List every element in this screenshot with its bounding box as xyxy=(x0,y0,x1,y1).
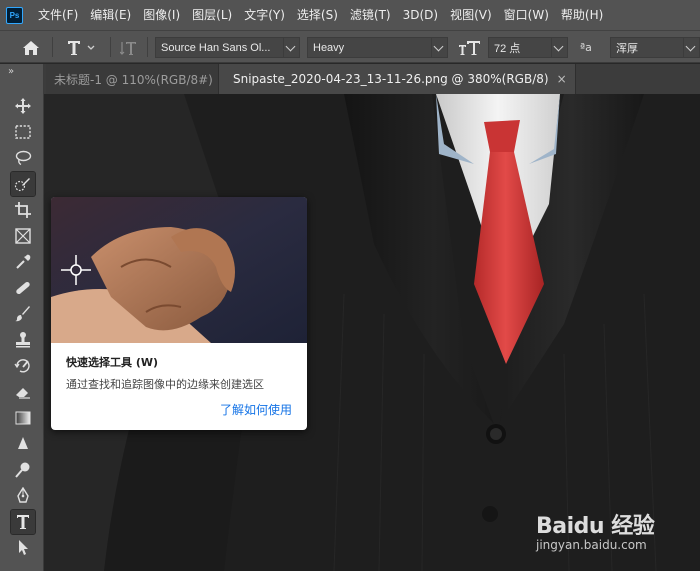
tools-panel: » xyxy=(0,64,44,571)
text-orientation-icon[interactable] xyxy=(120,31,138,64)
close-icon[interactable]: × xyxy=(557,72,567,86)
menu-layer[interactable]: 图层(L) xyxy=(186,0,238,30)
menu-select[interactable]: 选择(S) xyxy=(291,0,344,30)
eyedropper-icon[interactable] xyxy=(11,250,35,274)
learn-how-link[interactable]: 了解如何使用 xyxy=(220,401,292,418)
baidu-logo: Baidu 经验 xyxy=(536,514,655,539)
chevron-down-icon xyxy=(431,38,447,57)
blur-icon[interactable] xyxy=(11,432,35,456)
tooltip-preview-image xyxy=(51,197,307,343)
watermark-url: jingyan.baidu.com xyxy=(536,538,647,552)
move-icon[interactable] xyxy=(11,94,35,118)
menu-3d[interactable]: 3D(D) xyxy=(397,0,444,30)
menu-window[interactable]: 窗口(W) xyxy=(498,0,555,30)
menu-view[interactable]: 视图(V) xyxy=(444,0,498,30)
menu-file[interactable]: 文件(F) xyxy=(32,0,84,30)
font-family-value: Source Han Sans Ol... xyxy=(161,41,271,54)
marquee-icon[interactable] xyxy=(11,120,35,144)
quick-select-icon[interactable] xyxy=(10,171,36,197)
menu-bar: Ps 文件(F) 编辑(E) 图像(I) 图层(L) 文字(Y) 选择(S) 滤… xyxy=(0,0,700,30)
collapse-panel-icon[interactable]: » xyxy=(8,66,14,77)
chevron-down-icon xyxy=(283,38,299,57)
menu-type[interactable]: 文字(Y) xyxy=(238,0,291,30)
tab-snipaste[interactable]: Snipaste_2020-04-23_13-11-26.png @ 380%(… xyxy=(218,64,576,94)
font-size-select[interactable]: 72 点 xyxy=(488,37,568,58)
menu-filter[interactable]: 滤镜(T) xyxy=(344,0,397,30)
font-size-icon xyxy=(458,31,482,64)
antialias-select[interactable]: 浑厚 xyxy=(610,37,700,58)
font-size-value: 72 点 xyxy=(494,42,521,55)
tooltip-title: 快速选择工具 (W) xyxy=(66,356,159,369)
home-icon[interactable] xyxy=(22,31,40,64)
lasso-icon[interactable] xyxy=(11,146,35,170)
font-family-select[interactable]: Source Han Sans Ol... xyxy=(155,37,300,58)
type-tool-preset-icon[interactable] xyxy=(66,31,96,64)
gradient-icon[interactable] xyxy=(11,406,35,430)
pen-icon[interactable] xyxy=(11,484,35,508)
antialias-icon: ªa xyxy=(580,41,592,54)
crop-icon[interactable] xyxy=(11,198,35,222)
photoshop-logo-icon[interactable]: Ps xyxy=(6,6,23,24)
tab-label: 未标题-1 @ 110%(RGB/8#) xyxy=(54,72,213,87)
history-brush-icon[interactable] xyxy=(11,354,35,378)
options-bar: Source Han Sans Ol... Heavy 72 点 ªa 浑厚 xyxy=(0,30,700,63)
rich-tooltip: 快速选择工具 (W) 通过查找和追踪图像中的边缘来创建选区 了解如何使用 xyxy=(51,197,307,430)
eraser-icon[interactable] xyxy=(11,380,35,404)
baidu-watermark: Baidu 经验 jingyan.baidu.com xyxy=(534,500,700,571)
tab-untitled-1[interactable]: 未标题-1 @ 110%(RGB/8#) × xyxy=(46,64,239,94)
frame-icon[interactable] xyxy=(11,224,35,248)
menu-edit[interactable]: 编辑(E) xyxy=(84,0,137,30)
antialias-value: 浑厚 xyxy=(616,42,638,55)
menu-image[interactable]: 图像(I) xyxy=(137,0,186,30)
path-select-icon[interactable] xyxy=(11,536,35,560)
stamp-icon[interactable] xyxy=(11,328,35,352)
document-tab-strip: 未标题-1 @ 110%(RGB/8#) × Snipaste_2020-04-… xyxy=(44,64,700,94)
chevron-down-icon xyxy=(551,38,567,57)
font-style-value: Heavy xyxy=(313,41,345,54)
font-style-select[interactable]: Heavy xyxy=(307,37,448,58)
menu-help[interactable]: 帮助(H) xyxy=(555,0,609,30)
type-icon[interactable] xyxy=(10,509,36,535)
tooltip-description: 通过查找和追踪图像中的边缘来创建选区 xyxy=(66,378,264,391)
tab-label: Snipaste_2020-04-23_13-11-26.png @ 380%(… xyxy=(233,72,549,86)
chevron-down-icon xyxy=(683,38,699,57)
dodge-icon[interactable] xyxy=(11,458,35,482)
healing-icon[interactable] xyxy=(11,276,35,300)
brush-icon[interactable] xyxy=(11,302,35,326)
